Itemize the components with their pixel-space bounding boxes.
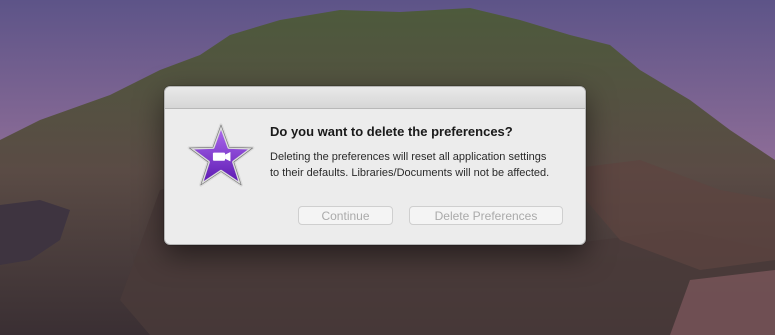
dialog-title: Do you want to delete the preferences? <box>270 124 513 139</box>
delete-preferences-button[interactable]: Delete Preferences <box>409 206 563 225</box>
dialog-message: Deleting the preferences will reset all … <box>270 151 550 179</box>
continue-button[interactable]: Continue <box>298 206 393 225</box>
delete-preferences-dialog: Do you want to delete the preferences? D… <box>164 86 586 245</box>
imovie-star-icon <box>187 123 255 187</box>
dialog-titlebar[interactable] <box>165 87 585 109</box>
